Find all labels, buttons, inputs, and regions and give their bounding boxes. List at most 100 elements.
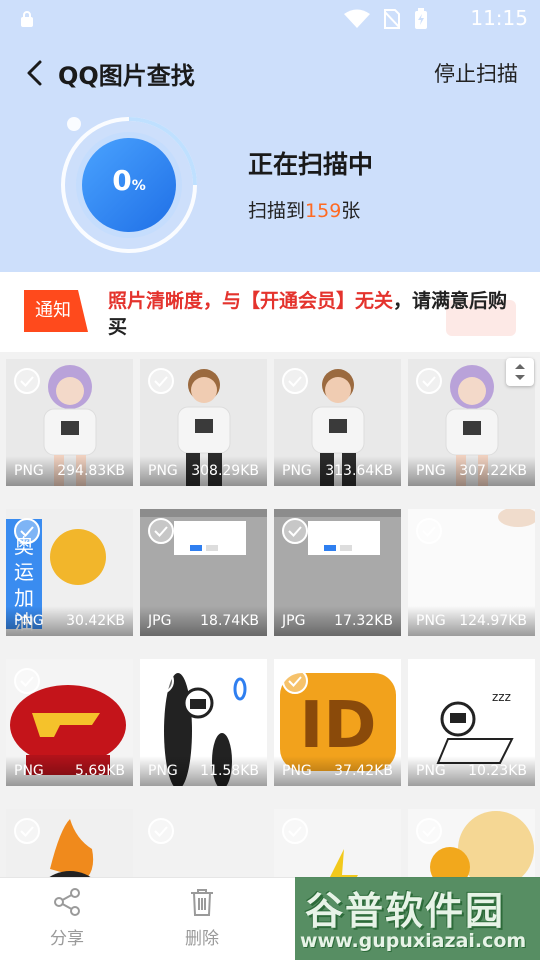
image-tile[interactable] [6, 809, 133, 877]
image-size: 5.69KB [75, 763, 125, 779]
no-sim-icon [384, 9, 400, 29]
image-tile[interactable]: PNG 313.64KB [274, 359, 401, 486]
select-checkbox-icon[interactable] [415, 367, 443, 395]
share-label: 分享 [50, 929, 84, 949]
select-checkbox-icon[interactable] [281, 667, 309, 695]
share-button[interactable]: 分享 [27, 886, 107, 949]
image-size: 294.83KB [57, 463, 125, 479]
image-format: JPG [148, 613, 172, 629]
stop-scan-button[interactable]: 停止扫描 [434, 58, 518, 88]
image-size: 18.74KB [200, 613, 259, 629]
image-tile[interactable]: ID PNG 37.42KB [274, 659, 401, 786]
image-tile[interactable] [140, 809, 267, 877]
image-caption: PNG 294.83KB [6, 456, 133, 486]
image-size: 313.64KB [325, 463, 393, 479]
select-checkbox-icon[interactable] [415, 667, 443, 695]
image-tile[interactable]: 奥运加油PNG30.42KB [6, 509, 133, 636]
fast-scroll-handle[interactable] [506, 358, 534, 386]
image-tile[interactable] [274, 809, 401, 877]
image-caption: PNG 313.64KB [274, 456, 401, 486]
select-checkbox-icon[interactable] [147, 817, 175, 845]
image-caption: PNG 124.97KB [408, 606, 535, 636]
scan-status-title: 正在扫描中 [248, 150, 374, 179]
svg-text:运: 运 [14, 560, 34, 584]
select-checkbox-icon[interactable] [147, 517, 175, 545]
image-format: PNG [148, 463, 178, 479]
svg-text:ID: ID [300, 689, 377, 763]
image-caption: PNG 11.58KB [140, 756, 267, 786]
scan-count-suffix: 张 [341, 200, 361, 222]
progress-unit: % [131, 178, 146, 194]
image-caption: PNG 30.42KB [6, 606, 133, 636]
select-checkbox-icon[interactable] [281, 367, 309, 395]
watermark-title: 谷普软件园 [305, 889, 506, 933]
image-tile[interactable]: PNG 294.83KB [6, 359, 133, 486]
back-arrow-icon[interactable] [22, 58, 50, 88]
notice-text-highlight: 照片清晰度，与【开通会员】无关 [108, 290, 394, 312]
image-size: 308.29KB [191, 463, 259, 479]
image-tile[interactable]: PNG 124.97KB [408, 509, 535, 636]
battery-icon [415, 8, 427, 29]
image-tile[interactable]: JPG 18.74KB [140, 509, 267, 636]
image-caption: PNG 10.23KB [408, 756, 535, 786]
status-icons [344, 8, 428, 30]
select-checkbox-icon[interactable] [147, 367, 175, 395]
image-tile[interactable]: PNG 5.69KB [6, 659, 133, 786]
image-tile[interactable] [408, 809, 535, 877]
image-format: PNG [416, 613, 446, 629]
select-checkbox-icon[interactable] [415, 517, 443, 545]
scan-count: 扫描到159张 [248, 196, 360, 223]
select-checkbox-icon[interactable] [415, 817, 443, 845]
image-size: 17.32KB [334, 613, 393, 629]
delete-button[interactable]: 删除 [162, 886, 242, 949]
image-tile[interactable]: zzz PNG 10.23KB [408, 659, 535, 786]
image-format: PNG [14, 763, 44, 779]
nav-bar: QQ图片查找 停止扫描 [0, 50, 540, 96]
image-format: PNG [14, 613, 44, 629]
image-format: PNG [416, 763, 446, 779]
image-format: PNG [148, 763, 178, 779]
page-title: QQ图片查找 [58, 62, 195, 90]
trash-icon [191, 889, 213, 916]
image-size: 30.42KB [66, 613, 125, 629]
select-checkbox-icon[interactable] [281, 517, 309, 545]
image-caption: JPG 17.32KB [274, 606, 401, 636]
image-caption: PNG 5.69KB [6, 756, 133, 786]
image-caption: PNG 37.42KB [274, 756, 401, 786]
scan-progress-ring: 0% [56, 112, 202, 258]
wifi-icon [344, 9, 370, 28]
select-checkbox-icon[interactable] [13, 367, 41, 395]
image-tile[interactable]: PNG 11.58KB [140, 659, 267, 786]
clock: 11:15 [470, 6, 528, 30]
image-format: PNG [282, 463, 312, 479]
select-checkbox-icon[interactable] [147, 667, 175, 695]
scan-count-prefix: 扫描到 [248, 200, 306, 222]
notice-tag: 通知 [35, 300, 71, 321]
lock-icon [21, 11, 33, 27]
image-size: 307.22KB [459, 463, 527, 479]
watermark-url: www.gupuxiazai.com [300, 930, 527, 952]
image-grid-area: PNG 294.83KB PNG 308.29KB PNG 313.64KB PNG 307.… [0, 352, 540, 877]
image-format: JPG [282, 613, 306, 629]
share-icon [54, 888, 80, 916]
image-grid: PNG 294.83KB PNG 308.29KB PNG 313.64KB PNG 307.… [6, 359, 535, 877]
notice-text: 照片清晰度，与【开通会员】无关，请满意后购买 [108, 288, 522, 340]
scan-count-number: 159 [305, 200, 342, 222]
image-caption: PNG 307.22KB [408, 456, 535, 486]
progress-value: 0 [112, 164, 132, 197]
select-checkbox-icon[interactable] [281, 817, 309, 845]
svg-text:zzz: zzz [492, 690, 511, 704]
image-tile[interactable]: PNG 308.29KB [140, 359, 267, 486]
select-checkbox-icon[interactable] [13, 517, 41, 545]
image-size: 10.23KB [468, 763, 527, 779]
image-size: 124.97KB [459, 613, 527, 629]
image-caption: PNG 308.29KB [140, 456, 267, 486]
select-checkbox-icon[interactable] [13, 667, 41, 695]
image-tile[interactable]: JPG 17.32KB [274, 509, 401, 636]
image-size: 11.58KB [200, 763, 259, 779]
delete-label: 删除 [185, 929, 219, 949]
image-format: PNG [416, 463, 446, 479]
image-format: PNG [14, 463, 44, 479]
status-bar: 11:15 [0, 0, 540, 38]
select-checkbox-icon[interactable] [13, 817, 41, 845]
